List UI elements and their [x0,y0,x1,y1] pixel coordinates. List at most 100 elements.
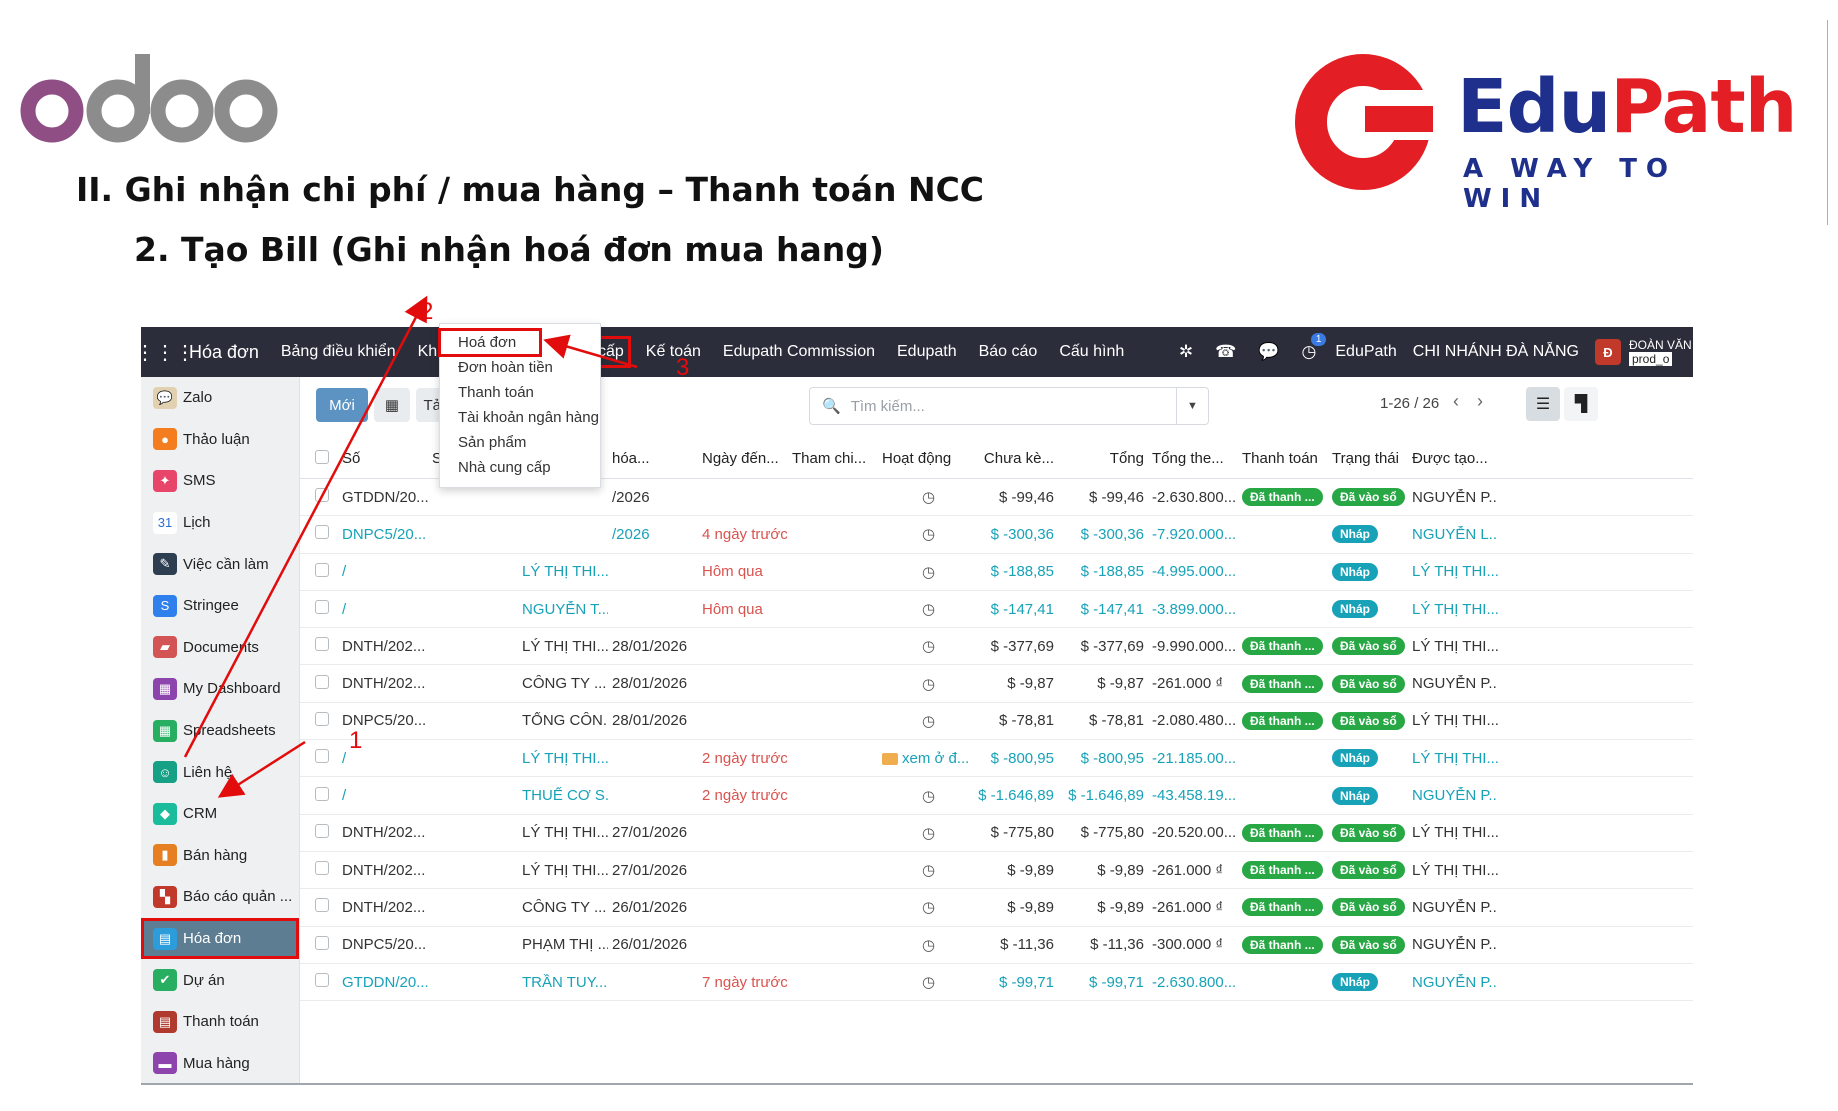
column-header[interactable]: Thanh toán [1238,450,1328,467]
sidebar-item[interactable]: ▦ My Dashboard [141,668,299,710]
sidebar-item[interactable]: ◆ CRM [141,793,299,835]
top-menu-item[interactable]: Edupath Commission [723,343,875,361]
clock-icon[interactable]: ◷ [882,713,935,730]
clock-icon[interactable]: ◷ [882,899,935,916]
sidebar-item[interactable]: ✔ Dự án [141,959,299,1001]
app-title[interactable]: Hóa đơn [189,342,259,363]
row-checkbox[interactable] [315,935,329,950]
clock-icon[interactable]: ◷ [882,526,935,543]
sidebar-item[interactable]: ✎ Việc cần làm [141,543,299,585]
column-header[interactable]: Ngày đến... [698,450,788,467]
row-checkbox[interactable] [315,488,329,503]
column-header[interactable]: Chưa kè... [968,450,1058,467]
sidebar-item[interactable]: ▦ Spreadsheets [141,710,299,752]
cell [300,637,338,655]
table-row[interactable]: / LÝ THỊ THI... 2 ngày trước xem ở đ... $ -8… [300,740,1693,778]
top-menu-item[interactable]: Cấu hình [1059,343,1124,361]
table-row[interactable]: DNPC5/20... /2026 4 ngày trước ◷ $ -300,36 $ … [300,516,1693,554]
table-row[interactable]: DNTH/202... CÔNG TY ... 26/01/2026 ◷ $ -9,89… [300,889,1693,927]
clock-icon[interactable]: ◷ [882,638,935,655]
branch-name[interactable]: CHI NHÁNH ĐÀ NẴNG [1413,343,1579,361]
column-header[interactable]: Tham chi... [788,450,878,467]
phone-icon[interactable]: ☎ [1215,342,1236,362]
activity-clock-icon[interactable]: ◷ 1 [1302,333,1327,362]
clock-icon[interactable]: ◷ [882,862,935,879]
top-menu-item[interactable]: Edupath [897,343,957,361]
select-all-checkbox[interactable] [315,449,329,464]
avatar[interactable]: Đ [1595,339,1621,365]
row-checkbox[interactable] [315,749,329,764]
top-menu-item[interactable]: Bảng điều khiển [281,343,396,361]
table-row[interactable]: GTDDN/20... TRẦN TUY... 7 ngày trước ◷ $ -99… [300,964,1693,1002]
sidebar-item[interactable]: S Stringee [141,585,299,627]
table-row[interactable]: DNPC5/20... TỔNG CÔN... 28/01/2026 ◷ $ -78,8… [300,703,1693,741]
user-menu[interactable]: ĐOÀN VĂN prod_o [1629,338,1693,366]
clock-icon[interactable]: ◷ [882,489,935,506]
column-header[interactable]: Trạng thái [1328,450,1408,467]
column-header[interactable]: Hoạt động [878,450,968,467]
column-header[interactable]: Được tạo... [1408,450,1498,467]
dropdown-item[interactable]: Nhà cung cấp [440,455,600,480]
kanban-view-icon[interactable]: ▜ [1564,387,1598,421]
list-view-icon[interactable]: ☰ [1526,387,1560,421]
pager-arrows[interactable]: ‹› [1453,391,1501,412]
column-header[interactable]: Tổng the... [1148,450,1238,467]
company-name[interactable]: EduPath [1335,343,1396,361]
row-checkbox[interactable] [315,600,329,615]
clock-icon[interactable]: ◷ [882,601,935,618]
table-row[interactable]: DNPC5/20... PHẠM THỊ ... 26/01/2026 ◷ $ -11,… [300,927,1693,964]
sidebar-item[interactable]: 31 Lịch [141,502,299,544]
table-row[interactable]: DNTH/202... LÝ THỊ THI... 27/01/2026 ◷ $ -9,… [300,852,1693,890]
sidebar-item[interactable]: ✦ SMS [141,460,299,502]
column-header[interactable]: Tổng [1058,450,1148,467]
sidebar-item[interactable]: ▚ Báo cáo quản ... [141,876,299,918]
column-header[interactable]: Số [338,450,428,467]
sidebar-item[interactable]: ▤ Thanh toán [141,1001,299,1043]
row-checkbox[interactable] [315,861,329,876]
top-menu-item[interactable]: Kế toán [646,343,701,361]
clock-icon[interactable]: ◷ [882,974,935,991]
clock-icon[interactable]: ◷ [882,788,935,805]
row-checkbox[interactable] [315,786,329,801]
pager-value[interactable]: 1-26 / 26 [1380,395,1439,412]
dropdown-item[interactable]: Đơn hoàn tiền [440,355,600,380]
sidebar-item[interactable]: ▰ Documents [141,627,299,669]
search-input[interactable]: 🔍 Tìm kiếm... ▼ [809,387,1209,425]
sidebar-item[interactable]: ● Thảo luận [141,419,299,461]
table-view-icon[interactable]: ▦ [374,388,410,422]
row-checkbox[interactable] [315,562,329,577]
new-button[interactable]: Mới [316,388,368,422]
row-checkbox[interactable] [315,711,329,726]
row-checkbox[interactable] [315,898,329,913]
row-checkbox[interactable] [315,637,329,652]
row-checkbox[interactable] [315,525,329,540]
sidebar-item[interactable]: 💬 Zalo [141,377,299,419]
clock-icon[interactable]: ◷ [882,937,935,954]
app-grid-icon[interactable]: ⋮⋮⋮ [141,327,195,377]
table-row[interactable]: DNTH/202... LÝ THỊ THI... 27/01/2026 ◷ $ -77… [300,815,1693,852]
clock-icon[interactable]: ◷ [882,676,935,693]
sidebar-item[interactable]: ☺ Liên hệ [141,751,299,793]
dropdown-item[interactable]: Sản phẩm [440,430,600,455]
table-row[interactable]: / LÝ THỊ THI... Hôm qua ◷ $ -188,85 $ -188,85… [300,554,1693,591]
table-row[interactable]: / THUẾ CƠ S... 2 ngày trước ◷ $ -1.646,89 $ -… [300,777,1693,815]
dropdown-item[interactable]: Tài khoản ngân hàng [440,405,600,430]
top-menu-item[interactable]: Báo cáo [979,343,1038,361]
row-checkbox[interactable] [315,973,329,987]
table-row[interactable]: / NGUYỄN T... Hôm qua ◷ $ -147,41 $ -147,41 -3… [300,591,1693,629]
clock-icon[interactable]: ◷ [882,564,935,581]
sidebar-item[interactable]: ▤ Hóa đơn [141,917,299,960]
dropdown-item[interactable]: Hoá đơn [438,328,542,357]
row-checkbox[interactable] [315,674,329,689]
table-row[interactable]: DNTH/202... CÔNG TY ... 28/01/2026 ◷ $ -9,87… [300,665,1693,703]
chevron-down-icon[interactable]: ▼ [1176,388,1208,424]
sidebar-item[interactable]: ▮ Bán hàng [141,835,299,877]
dropdown-item[interactable]: Thanh toán [440,380,600,405]
chat-icon[interactable]: 💬 [1258,342,1279,362]
clock-icon[interactable]: ◷ [882,825,935,842]
sidebar-item[interactable]: ▬ Mua hàng [141,1043,299,1084]
bug-icon[interactable]: ✲ [1179,342,1193,362]
row-checkbox[interactable] [315,823,329,838]
table-row[interactable]: DNTH/202... LÝ THỊ THI... 28/01/2026 ◷ $ -37… [300,628,1693,666]
column-header[interactable]: hóa... [608,450,698,467]
